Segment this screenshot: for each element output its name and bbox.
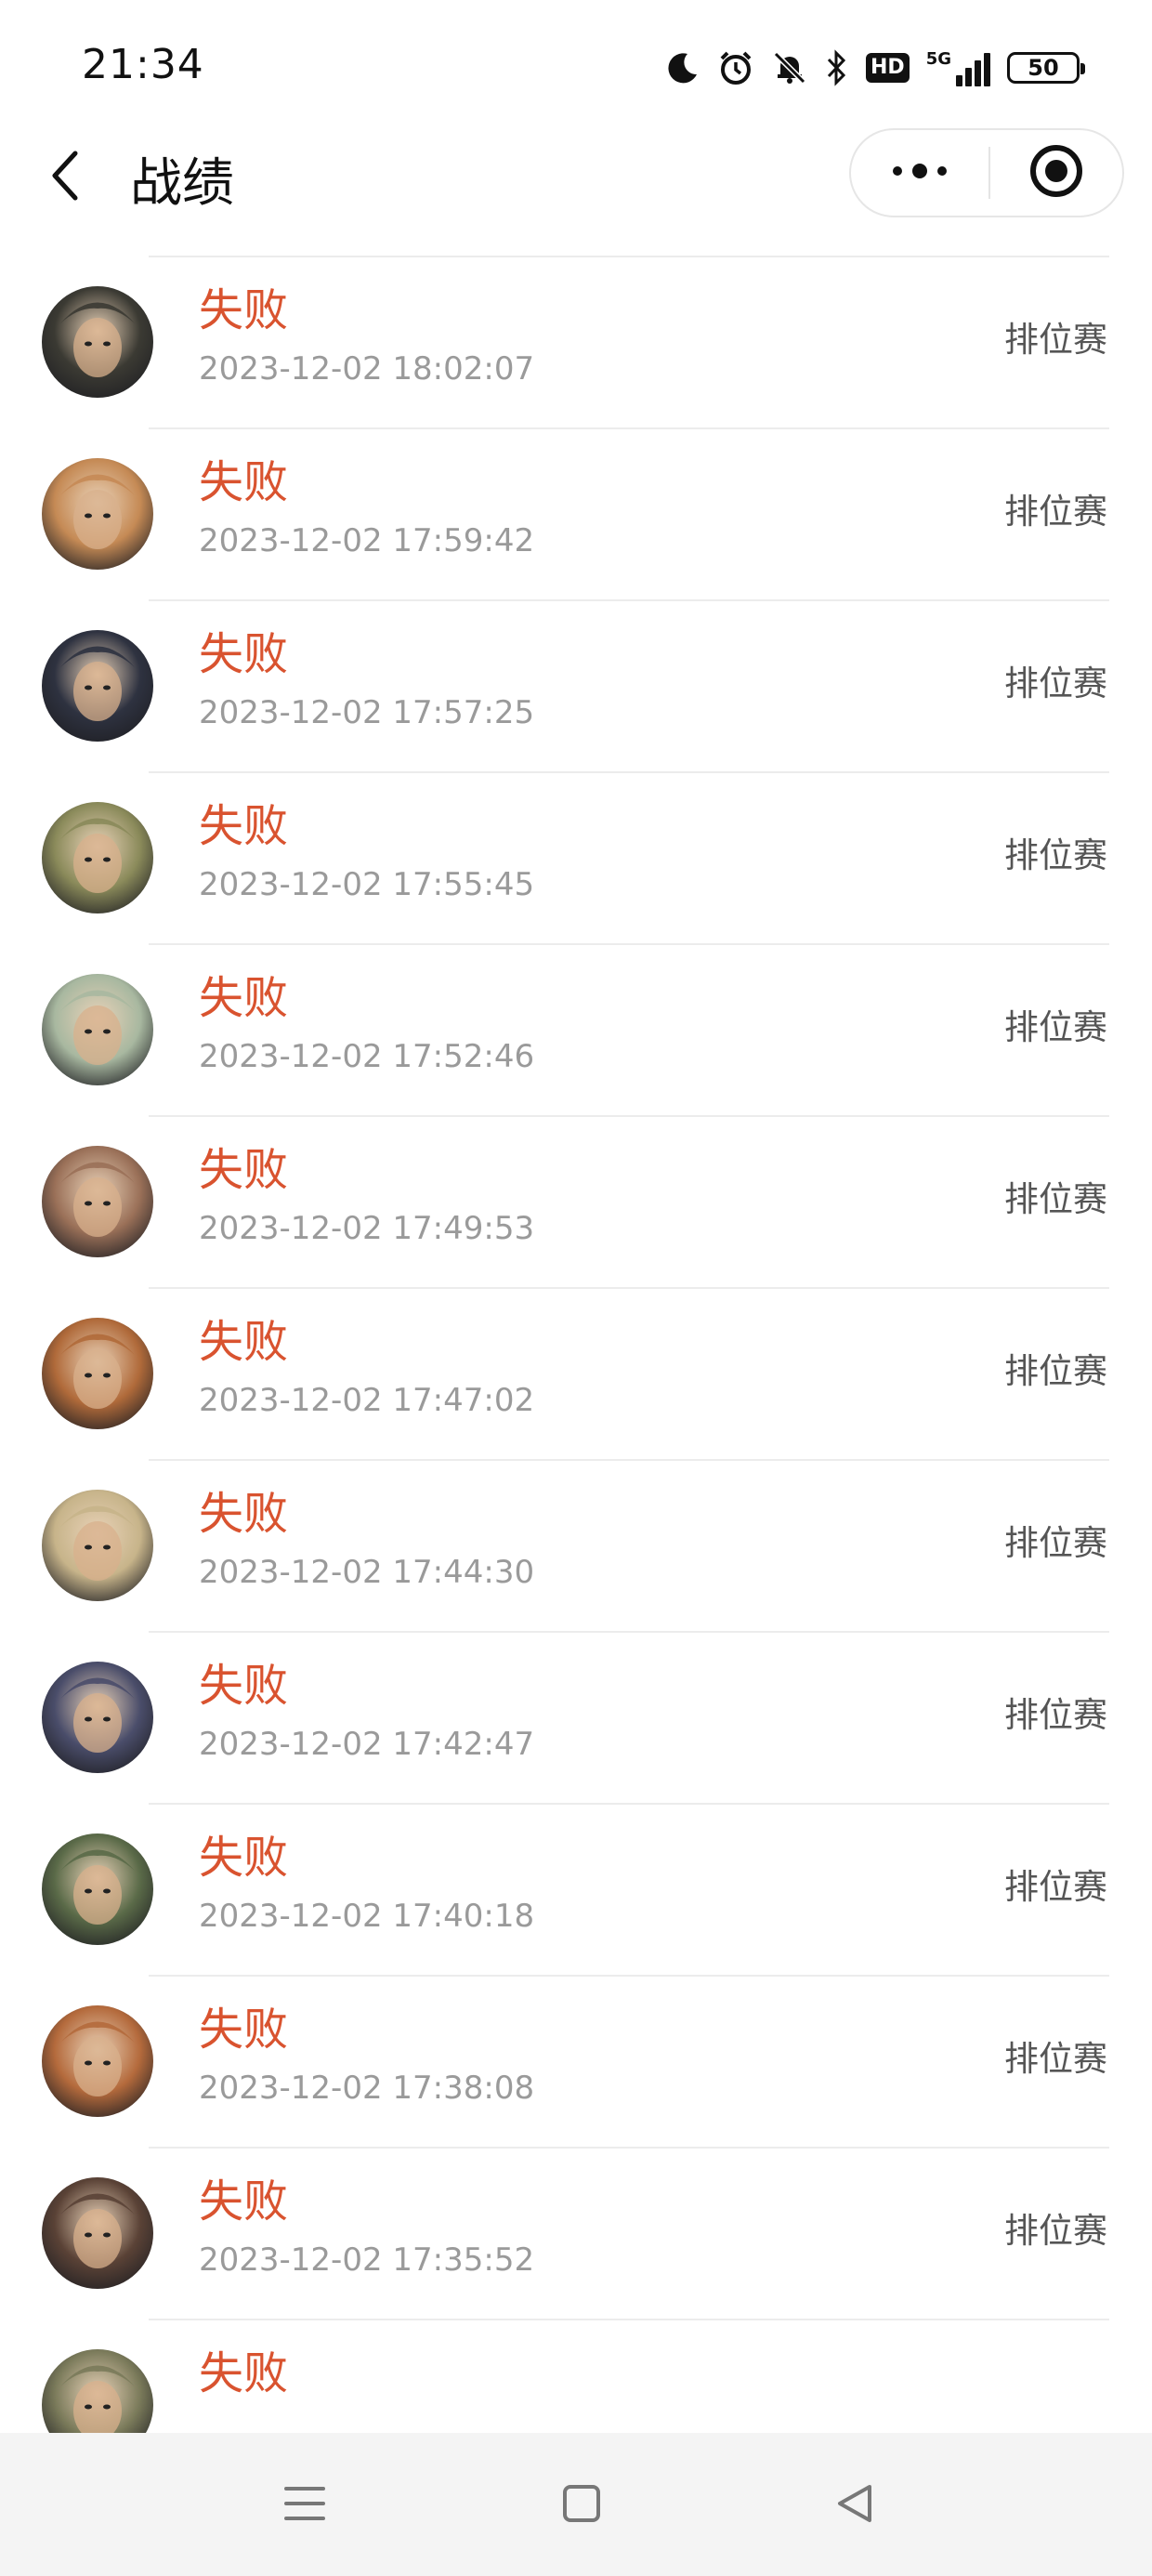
match-time: 2023-12-02 17:47:02 — [199, 1382, 535, 1419]
record-row[interactable]: 失败 2023-12-02 17:47:02 排位赛 — [0, 1289, 1152, 1461]
result-label: 失败 — [199, 2175, 289, 2228]
hero-avatar — [42, 1318, 153, 1429]
battery-icon: 50 — [1007, 52, 1085, 84]
result-label: 失败 — [199, 456, 289, 508]
record-row[interactable]: 失败 2023-12-02 17:44:30 排位赛 — [0, 1461, 1152, 1633]
record-row[interactable]: 失败 2023-12-02 18:02:07 排位赛 — [0, 257, 1152, 429]
hero-avatar — [42, 1490, 153, 1601]
match-mode: 排位赛 — [1004, 835, 1107, 875]
result-label: 失败 — [199, 1660, 289, 1712]
menu-button[interactable] — [277, 2477, 333, 2533]
menu-lines-icon — [282, 2483, 327, 2528]
match-time: 2023-12-02 17:38:08 — [199, 2070, 535, 2107]
hero-avatar — [42, 286, 153, 398]
match-time: 2023-12-02 17:44:30 — [199, 1554, 535, 1591]
status-icons: HD 5G 50 — [665, 45, 1085, 91]
record-row[interactable]: 失败 2023-12-02 17:59:42 排位赛 — [0, 429, 1152, 601]
record-row[interactable]: 失败 2023-12-02 17:42:47 排位赛 — [0, 1633, 1152, 1805]
match-mode: 排位赛 — [1004, 492, 1107, 532]
hero-avatar — [42, 1146, 153, 1257]
record-row[interactable]: 失败 2023-12-02 17:40:18 排位赛 — [0, 1805, 1152, 1977]
hero-avatar — [42, 974, 153, 1085]
match-mode: 排位赛 — [1004, 1523, 1107, 1563]
target-circle-icon — [1029, 144, 1083, 202]
hero-avatar — [42, 1662, 153, 1773]
signal-icon: 5G — [926, 49, 990, 86]
result-label: 失败 — [199, 2004, 289, 2056]
record-row[interactable]: 失败 2023-12-02 17:38:08 排位赛 — [0, 1977, 1152, 2149]
hero-avatar — [42, 2349, 153, 2433]
back-nav-button[interactable] — [827, 2477, 883, 2533]
record-row[interactable]: 失败 — [0, 2320, 1152, 2433]
match-time: 2023-12-02 17:35:52 — [199, 2241, 535, 2279]
match-mode: 排位赛 — [1004, 1867, 1107, 1907]
battery-level: 50 — [1028, 55, 1059, 81]
back-button[interactable] — [37, 145, 93, 210]
hero-avatar — [42, 1833, 153, 1945]
result-label: 失败 — [199, 1316, 289, 1368]
hero-avatar — [42, 2177, 153, 2289]
match-mode: 排位赛 — [1004, 2211, 1107, 2251]
chevron-left-icon — [49, 150, 81, 205]
home-square-icon — [561, 2483, 602, 2528]
record-row[interactable]: 失败 2023-12-02 17:35:52 排位赛 — [0, 2149, 1152, 2320]
result-label: 失败 — [199, 284, 289, 336]
match-mode: 排位赛 — [1004, 1007, 1107, 1047]
record-row[interactable]: 失败 2023-12-02 17:49:53 排位赛 — [0, 1117, 1152, 1289]
match-time: 2023-12-02 17:55:45 — [199, 866, 535, 903]
result-label: 失败 — [199, 1488, 289, 1540]
record-list[interactable]: 失败2023-12-02 18:29:07排位赛失败 2023-12-02 18:… — [0, 232, 1152, 2433]
nav-bar: 战绩 — [0, 121, 1152, 232]
hero-avatar — [42, 802, 153, 913]
record-row[interactable]: 失败2023-12-02 18:29:07排位赛 — [0, 232, 1152, 257]
record-row[interactable]: 失败 2023-12-02 17:57:25 排位赛 — [0, 601, 1152, 773]
match-time: 2023-12-02 17:42:47 — [199, 1726, 535, 1763]
match-mode: 排位赛 — [1004, 1695, 1107, 1735]
match-mode: 排位赛 — [1004, 1179, 1107, 1219]
status-bar: 21:34 HD 5G 50 — [0, 0, 1152, 121]
record-row[interactable]: 失败 2023-12-02 17:52:46 排位赛 — [0, 945, 1152, 1117]
page-title: 战绩 — [130, 153, 234, 214]
network-label: 5G — [925, 49, 951, 69]
result-label: 失败 — [199, 1832, 289, 1884]
result-label: 失败 — [199, 800, 289, 852]
result-label: 失败 — [199, 628, 289, 680]
back-triangle-icon — [832, 2481, 877, 2530]
result-label: 失败 — [199, 2347, 289, 2399]
match-time: 2023-12-02 17:49:53 — [199, 1210, 535, 1247]
hero-avatar — [42, 458, 153, 570]
system-nav-bar — [0, 2433, 1152, 2576]
status-time: 21:34 — [82, 41, 204, 88]
alarm-icon — [717, 49, 754, 86]
match-time: 2023-12-02 17:40:18 — [199, 1898, 535, 1935]
match-mode: 排位赛 — [1004, 320, 1107, 360]
bluetooth-icon — [825, 49, 849, 86]
close-mini-program-button[interactable] — [990, 130, 1122, 216]
home-button[interactable] — [554, 2477, 609, 2533]
mute-bell-icon — [771, 49, 808, 86]
mini-program-capsule — [849, 128, 1124, 217]
match-mode: 排位赛 — [1004, 1351, 1107, 1391]
result-label: 失败 — [199, 1144, 289, 1196]
match-time: 2023-12-02 17:52:46 — [199, 1038, 535, 1075]
moon-icon — [665, 50, 700, 85]
record-list-inner: 失败2023-12-02 18:29:07排位赛失败 2023-12-02 18:… — [0, 232, 1152, 2433]
match-time: 2023-12-02 17:59:42 — [199, 522, 535, 559]
match-mode: 排位赛 — [1004, 2039, 1107, 2079]
match-mode: 排位赛 — [1004, 664, 1107, 703]
hd-badge: HD — [866, 53, 910, 83]
record-row[interactable]: 失败 2023-12-02 17:55:45 排位赛 — [0, 773, 1152, 945]
match-time: 2023-12-02 17:57:25 — [199, 694, 535, 731]
more-button[interactable] — [851, 130, 988, 216]
more-dots-icon — [890, 162, 949, 184]
hero-avatar — [42, 2005, 153, 2117]
match-time: 2023-12-02 18:02:07 — [199, 350, 535, 388]
result-label: 失败 — [199, 972, 289, 1024]
hero-avatar — [42, 630, 153, 742]
